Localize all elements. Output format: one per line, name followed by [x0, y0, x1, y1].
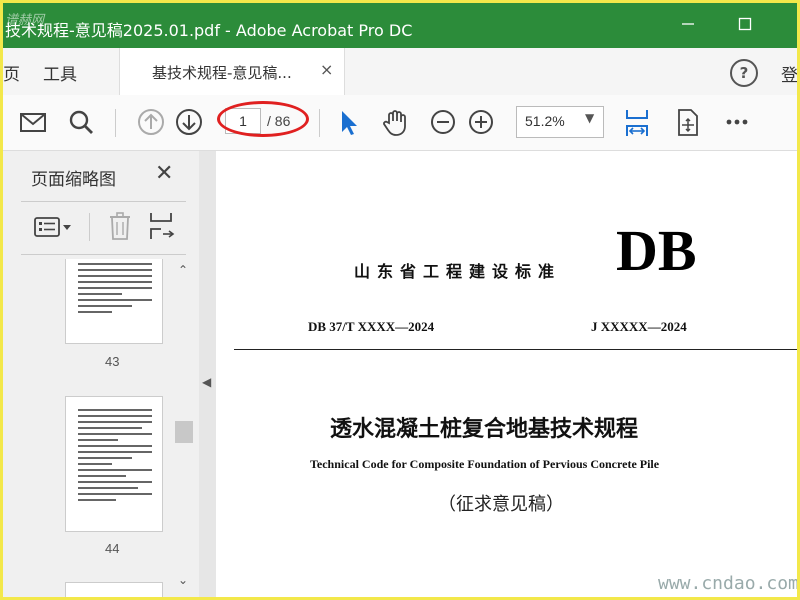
title-bar: 谱赫网 技术规程-意见稿2025.01.pdf - Adobe Acrobat …	[3, 3, 797, 48]
tab-tools[interactable]: 工具	[43, 60, 77, 85]
rotate-page-icon[interactable]	[671, 106, 703, 138]
tab-document[interactable]: 基技术规程-意见稿... ×	[119, 48, 345, 95]
toolbar-divider	[319, 109, 320, 137]
email-icon[interactable]	[17, 106, 49, 138]
tab-home[interactable]: 页	[3, 60, 20, 85]
page-thumbnail[interactable]	[65, 259, 163, 344]
fit-page-icon[interactable]	[621, 106, 653, 138]
panel-tools-divider	[89, 213, 90, 241]
scroll-down-icon[interactable]: ⌄	[178, 573, 188, 587]
app-window: 谱赫网 技术规程-意见稿2025.01.pdf - Adobe Acrobat …	[0, 0, 800, 600]
scrollbar-thumb[interactable]	[175, 421, 193, 443]
panel-title: 页面缩略图	[31, 170, 116, 190]
help-icon[interactable]: ?	[730, 59, 758, 87]
thumbnails-panel: 页面缩略图 ✕ 43 44 ⌃ ⌄	[3, 151, 200, 597]
panel-divider	[21, 254, 186, 255]
tab-document-label: 基技术规程-意见稿...	[152, 64, 292, 82]
sign-in-button[interactable]: 登	[781, 61, 797, 86]
document-page: 山东省工程建设标准 DB DB 37/T XXXX—2024 J XXXXX—2…	[216, 151, 797, 597]
toolbar-divider	[115, 109, 116, 137]
previous-page-icon[interactable]	[135, 106, 167, 138]
select-cursor-icon[interactable]	[333, 106, 365, 138]
page-thumbnail-label: 44	[105, 541, 120, 556]
panel-tools	[3, 203, 199, 251]
close-panel-icon[interactable]: ✕	[155, 161, 173, 186]
search-icon[interactable]	[65, 106, 97, 138]
toolbar: 1 / 86 51.2% ▼	[3, 95, 797, 151]
doc-title-chinese: 透水混凝土桩复合地基技术规程	[330, 417, 639, 442]
doc-record-code: J XXXXX—2024	[591, 319, 687, 334]
doc-standard-mark: DB	[616, 218, 697, 283]
scroll-up-icon[interactable]: ⌃	[178, 263, 188, 277]
panel-divider	[21, 201, 186, 202]
extract-page-icon[interactable]	[147, 211, 175, 241]
zoom-value: 51.2%	[525, 113, 565, 129]
hand-tool-icon[interactable]	[379, 106, 411, 138]
thumbnail-options-icon[interactable]	[33, 213, 73, 241]
page-thumbnail[interactable]	[65, 582, 163, 597]
zoom-out-icon[interactable]	[427, 106, 459, 138]
doc-divider	[234, 349, 797, 350]
doc-organization: 山东省工程建设标准	[354, 262, 562, 281]
maximize-button[interactable]	[730, 13, 760, 39]
next-page-icon[interactable]	[173, 106, 205, 138]
collapse-panel-icon[interactable]: ◀	[202, 375, 211, 389]
window-title: 技术规程-意见稿2025.01.pdf - Adobe Acrobat Pro …	[5, 21, 413, 40]
minimize-icon	[682, 23, 694, 25]
tab-bar: 页 工具 基技术规程-意见稿... × ? 登	[3, 48, 797, 96]
trash-icon[interactable]	[107, 211, 133, 241]
doc-standard-code: DB 37/T XXXX—2024	[308, 319, 435, 334]
maximize-icon	[738, 17, 752, 31]
doc-title-english: Technical Code for Composite Foundation …	[310, 457, 660, 471]
zoom-select[interactable]: 51.2% ▼	[516, 106, 604, 138]
chevron-down-icon: ▼	[585, 111, 595, 125]
doc-draft-label: （征求意见稿）	[438, 494, 564, 515]
more-options-icon[interactable]	[721, 106, 753, 138]
page-thumbnail-label: 43	[105, 354, 120, 369]
minimize-button[interactable]	[673, 13, 703, 39]
close-tab-icon[interactable]: ×	[320, 60, 333, 79]
site-watermark: www.cndao.com	[658, 573, 799, 594]
zoom-in-icon[interactable]	[465, 106, 497, 138]
page-thumbnail[interactable]	[65, 396, 163, 532]
highlight-annotation	[217, 101, 309, 137]
